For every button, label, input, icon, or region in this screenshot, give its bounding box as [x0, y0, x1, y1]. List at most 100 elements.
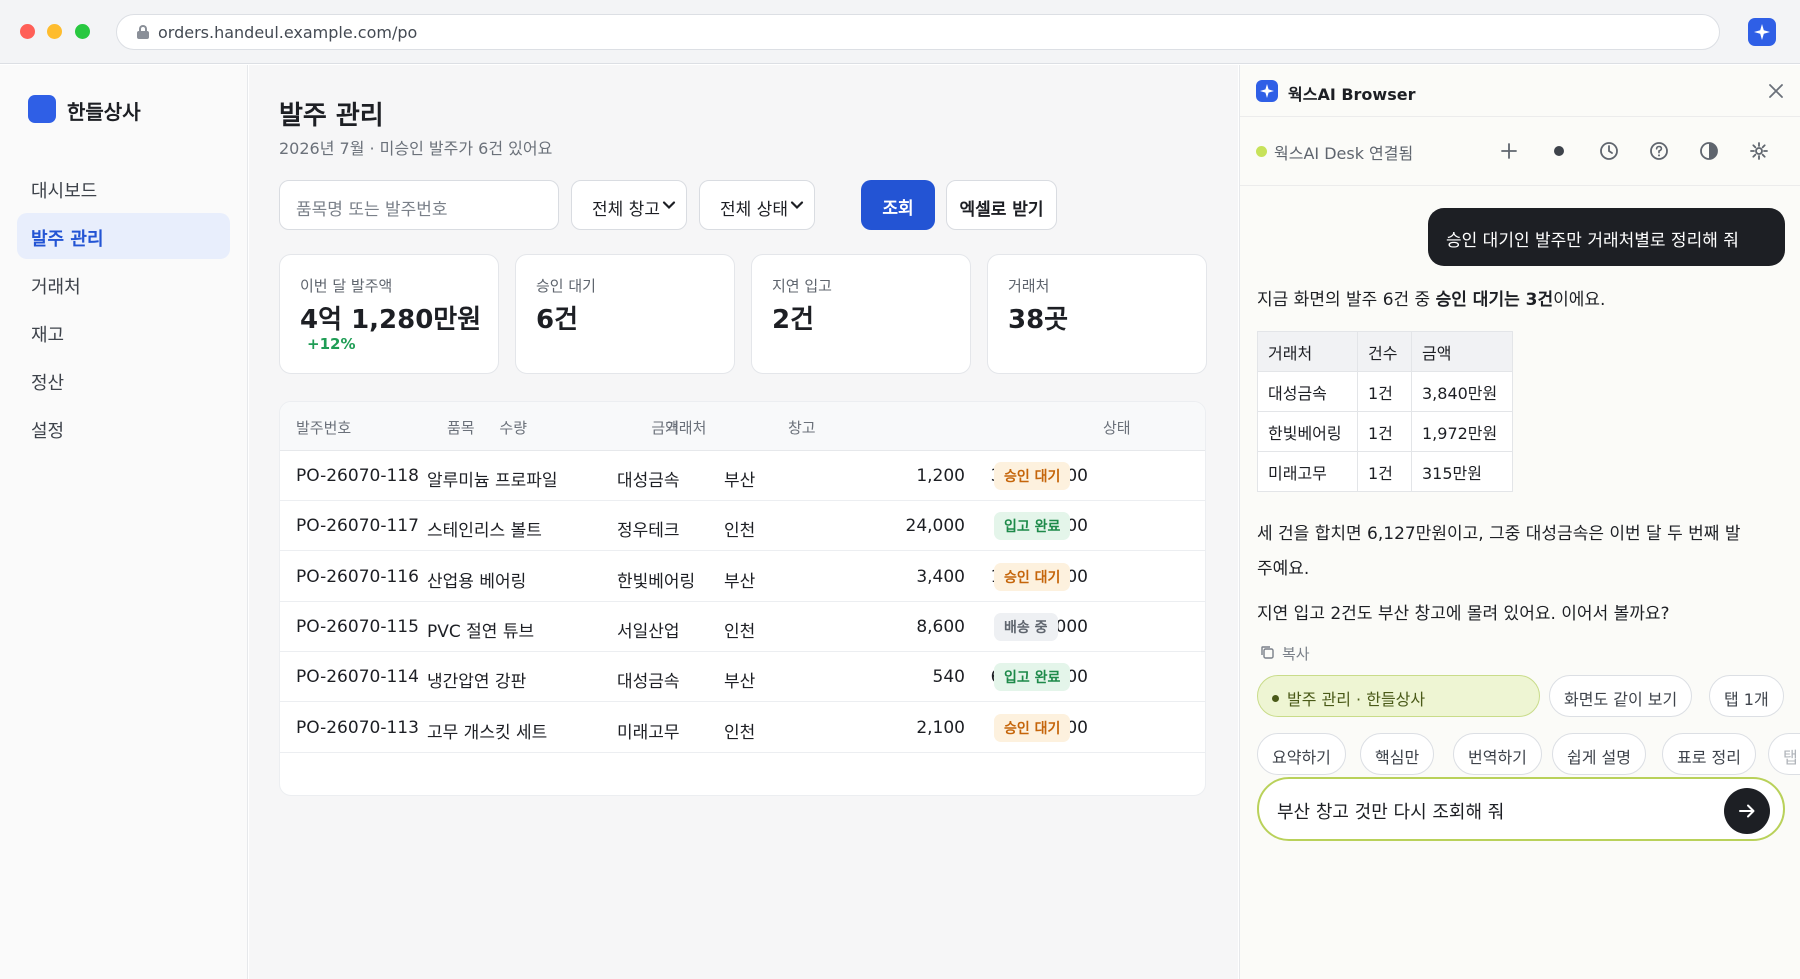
card-label: 이번 달 발주액 — [300, 277, 393, 295]
status-badge: 배송 중 — [994, 612, 1058, 641]
sidebar-item-settings[interactable]: 설정 — [17, 405, 230, 451]
history-icon[interactable] — [1598, 140, 1620, 162]
card-value: 2건 — [772, 305, 815, 335]
cell-po[interactable]: PO-26070-116 — [296, 567, 419, 587]
cell-vendor: 정우테크 — [617, 521, 680, 542]
status-select[interactable]: 전체 상태 — [699, 180, 815, 230]
cell-warehouse: 부산 — [724, 471, 756, 491]
sidebar-item-dashboard[interactable]: 대시보드 — [17, 165, 230, 211]
action-chip-key-points[interactable]: 핵심만 — [1360, 733, 1435, 775]
sidebar-item-vendors[interactable]: 거래처 — [17, 261, 230, 307]
export-excel-button[interactable]: 엑셀로 받기 — [946, 180, 1057, 230]
sidebar-item-settlement[interactable]: 정산 — [17, 357, 230, 403]
plus-icon[interactable] — [1498, 140, 1520, 162]
column-header-status[interactable]: 상태 — [1103, 417, 1131, 438]
cell-po[interactable]: PO-26070-117 — [296, 516, 419, 536]
card-monthly-amount: 이번 달 발주액 4억 1,280만원 +12% — [279, 254, 499, 374]
table-row[interactable]: PO-26070-117스테인리스 볼트정우테크인천24,0007,680,00… — [280, 501, 1205, 552]
summary-header-amount: 금액 — [1411, 331, 1513, 372]
contrast-icon[interactable] — [1698, 140, 1720, 162]
action-chip-tab[interactable]: 탭 — [1768, 733, 1800, 775]
action-chip-explain[interactable]: 쉽게 설명 — [1552, 733, 1646, 775]
panel-status-bar: 웍스AI Desk 연결됨 — [1240, 118, 1800, 186]
chat-composer[interactable]: 부산 창고 것만 다시 조회해 줘 — [1257, 777, 1785, 841]
card-delayed-receipt: 지연 입고 2건 — [751, 254, 971, 374]
composer-input[interactable]: 부산 창고 것만 다시 조회해 줘 — [1277, 798, 1504, 824]
column-header-amount[interactable]: 금액 — [651, 417, 679, 438]
card-pending-approval: 승인 대기 6건 — [515, 254, 735, 374]
cell-vendor: 서일산업 — [617, 621, 680, 642]
table-row[interactable]: PO-26070-114냉간압연 강판대성금속부산54061,200,000입고… — [280, 652, 1205, 703]
table-row[interactable]: PO-26070-113고무 개스킷 세트미래고무인천2,1003,150,00… — [280, 703, 1205, 753]
orders-table: 발주번호 품목 거래처 창고 수량 금액 상태 PO-26070-118 알루미늄… — [279, 401, 1206, 796]
send-button[interactable] — [1724, 788, 1770, 834]
brand-logo-icon — [28, 95, 56, 123]
vendor-summary-table: 거래처 건수 금액 대성금속 1건 3,840만원 한빛베어링 1건 1,972… — [1257, 331, 1513, 492]
status-select-value: 전체 상태 — [720, 200, 788, 220]
copy-icon — [1261, 646, 1274, 659]
column-header-item[interactable]: 품목 — [447, 417, 475, 438]
close-window-button[interactable] — [20, 24, 35, 39]
sidebar-item-orders[interactable]: 발주 관리 — [17, 213, 230, 259]
sidebar-nav: 대시보드 발주 관리 거래처 재고 정산 설정 — [17, 165, 230, 453]
maximize-window-button[interactable] — [75, 24, 90, 39]
status-badge: 입고 완료 — [994, 663, 1071, 692]
gear-icon[interactable] — [1748, 140, 1770, 162]
address-bar[interactable]: orders.handeul.example.com/po — [116, 14, 1720, 50]
status-badge: 승인 대기 — [994, 462, 1071, 490]
column-header-po[interactable]: 발주번호 — [296, 417, 351, 438]
summary-row: 미래고무 1건 315만원 — [1257, 451, 1513, 492]
context-chip-screen[interactable]: 화면도 같이 보기 — [1549, 675, 1693, 717]
cell-po[interactable]: PO-26070-115 — [296, 617, 419, 637]
cell-item: 산업용 베어링 — [427, 571, 527, 592]
search-input[interactable]: 품목명 또는 발주번호 — [279, 180, 559, 230]
summary-cell: 315만원 — [1411, 451, 1513, 492]
card-label: 거래처 — [1008, 277, 1050, 295]
context-chip-page[interactable]: 발주 관리 · 한들상사 — [1257, 675, 1540, 717]
action-chip-table[interactable]: 표로 정리 — [1662, 733, 1756, 775]
summary-row: 대성금속 1건 3,840만원 — [1257, 371, 1513, 412]
card-value: 6건 — [536, 305, 579, 335]
minimize-window-button[interactable] — [47, 24, 62, 39]
ai-extension-button[interactable] — [1748, 18, 1776, 46]
card-label: 승인 대기 — [536, 277, 596, 295]
summary-cell: 1건 — [1357, 451, 1412, 492]
table-row[interactable]: PO-26070-118알루미늄 프로파일대성금속부산1,20038,400,0… — [280, 451, 1205, 501]
table-row[interactable]: PO-26070-116산업용 베어링한빛베어링부산3,40019,720,00… — [280, 552, 1205, 602]
column-header-warehouse[interactable]: 창고 — [788, 417, 816, 438]
record-icon[interactable] — [1548, 140, 1570, 162]
chevron-down-icon — [790, 201, 804, 210]
answer-intro: 지금 화면의 발주 6건 중 승인 대기는 3건이에요. — [1257, 284, 1605, 316]
cell-po[interactable]: PO-26070-118 — [296, 466, 419, 486]
cell-po[interactable]: PO-26070-114 — [296, 667, 419, 687]
answer-paragraph-line: 세 건을 합치면 6,127만원이고, 그중 대성금속은 이번 달 두 번째 발 — [1257, 524, 1741, 544]
ai-assistant-panel: 웍스AI Browser 웍스AI Desk 연결됨 승인 대기인 발주만 거래… — [1239, 65, 1800, 979]
sidebar: 한들상사 대시보드 발주 관리 거래처 재고 정산 설정 — [0, 65, 248, 979]
summary-header-vendor: 거래처 — [1257, 331, 1358, 372]
column-header-qty[interactable]: 수량 — [499, 417, 527, 438]
copy-button[interactable]: 복사 — [1260, 643, 1310, 664]
help-icon[interactable] — [1648, 140, 1670, 162]
action-chip-summarize[interactable]: 요약하기 — [1257, 733, 1346, 775]
cell-warehouse: 인천 — [724, 621, 756, 642]
card-label: 지연 입고 — [772, 277, 832, 295]
summary-cell: 1건 — [1357, 371, 1412, 412]
answer-paragraph-line: 주예요. — [1257, 559, 1310, 579]
context-chip-tabs[interactable]: 탭 1개 — [1709, 675, 1784, 717]
answer-intro-highlight: 승인 대기는 3건 — [1435, 290, 1554, 310]
sparkle-icon — [1754, 24, 1770, 40]
close-icon[interactable] — [1767, 82, 1785, 100]
answer-intro-suffix: 이에요. — [1553, 290, 1606, 310]
cell-po[interactable]: PO-26070-113 — [296, 718, 419, 738]
arrow-right-icon — [1739, 804, 1755, 818]
status-badge: 승인 대기 — [994, 562, 1071, 591]
table-row[interactable]: PO-26070-115PVC 절연 튜브서일산업인천8,6004,730,00… — [280, 602, 1205, 652]
search-button[interactable]: 조회 — [861, 180, 935, 230]
action-chip-translate[interactable]: 번역하기 — [1453, 733, 1542, 775]
warehouse-select[interactable]: 전체 창고 — [571, 180, 687, 230]
user-message: 승인 대기인 발주만 거래처별로 정리해 줘 — [1428, 208, 1785, 266]
browser-toolbar: orders.handeul.example.com/po — [0, 0, 1800, 64]
sidebar-item-inventory[interactable]: 재고 — [17, 309, 230, 355]
cell-qty: 1,200 — [916, 466, 965, 486]
page-subtitle: 2026년 7월 · 미승인 발주가 6건 있어요 — [279, 139, 553, 158]
